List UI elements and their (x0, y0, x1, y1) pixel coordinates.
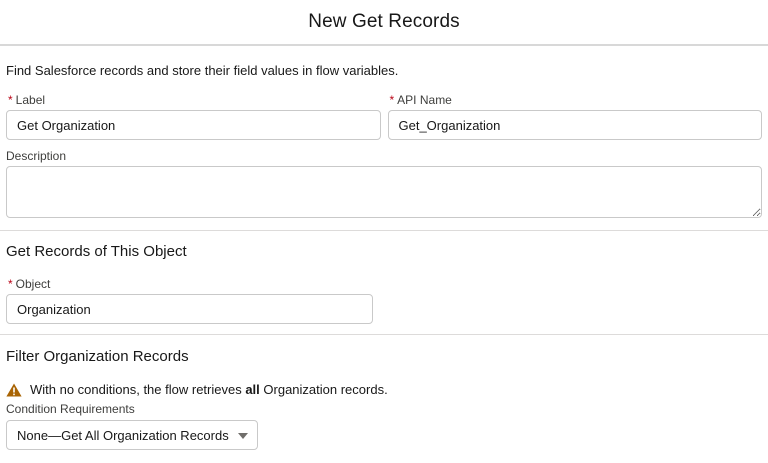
api-name-input[interactable] (387, 110, 762, 140)
api-name-field: * API Name (387, 93, 763, 140)
api-name-field-label-text: API Name (397, 93, 452, 107)
intro-text: Find Salesforce records and store their … (6, 63, 399, 78)
section-divider (0, 334, 768, 335)
description-textarea[interactable] (6, 166, 762, 218)
modal-title: New Get Records (308, 11, 460, 32)
object-field-label-text: Object (15, 277, 51, 291)
condition-requirements-select[interactable]: None—Get All Organization Records (6, 420, 258, 450)
required-marker: * (389, 93, 395, 107)
no-conditions-warning: With no conditions, the flow retrieves a… (6, 382, 762, 397)
label-field: * Label (6, 93, 381, 140)
label-field-label: * Label (6, 93, 381, 107)
api-name-field-label: * API Name (388, 93, 763, 107)
required-marker: * (8, 93, 13, 107)
condition-requirements-value: None—Get All Organization Records (17, 427, 229, 443)
label-input[interactable] (6, 110, 381, 140)
label-field-label-text: Label (15, 93, 46, 107)
warning-text-bold: all (245, 382, 260, 397)
chevron-down-icon (238, 433, 248, 439)
condition-requirements-label: Condition Requirements (6, 402, 135, 416)
object-input[interactable] (6, 294, 373, 324)
description-label: Description (6, 149, 67, 163)
filter-section-title: Filter Organization Records (6, 348, 189, 365)
warning-text-suffix: Organization records. (259, 382, 388, 397)
label-api-row: *Label *API Name (6, 93, 762, 140)
warning-icon (6, 383, 22, 396)
warning-text: With no conditions, the flow retrieves a… (30, 382, 388, 397)
modal-body: Find Salesforce records and store their … (0, 63, 768, 450)
object-section-title: Get Records of This Object (6, 243, 187, 260)
object-field: * Object (6, 277, 373, 324)
warning-text-prefix: With no conditions, the flow retrieves (30, 382, 246, 397)
get-records-modal: New Get Records Find Salesforce records … (0, 0, 768, 463)
modal-header: New Get Records (0, 0, 768, 46)
section-divider (0, 230, 768, 231)
required-marker: * (8, 277, 13, 291)
object-field-label: * Object (6, 277, 373, 291)
